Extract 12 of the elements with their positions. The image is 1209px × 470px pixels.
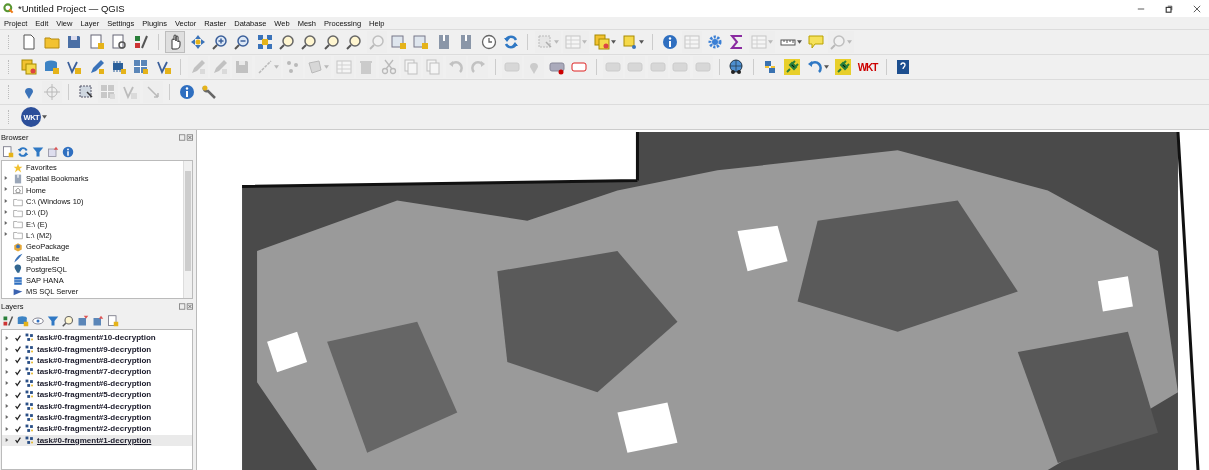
tree-row[interactable]: task#0-fragment#6-decryption xyxy=(2,377,192,389)
tree-row[interactable]: task#0-fragment#8-decryption xyxy=(2,354,192,367)
tree-row[interactable]: task#0-fragment#1-decryption xyxy=(2,434,192,446)
toolbar-button[interactable]: WKT xyxy=(855,56,880,78)
tree-row[interactable]: task#0-fragment#2-decryption xyxy=(2,423,192,435)
window-title: *Untitled Project — QGIS xyxy=(18,3,125,14)
tree-row[interactable]: task#0-fragment#9-decryption xyxy=(2,343,192,355)
tree-row[interactable]: task#0-fragment#5-decryption xyxy=(2,388,192,401)
tree-row[interactable]: task#0-fragment#10-decryption xyxy=(2,332,192,344)
tree-row[interactable]: task#0-fragment#3-decryption xyxy=(2,411,192,424)
tree-row[interactable]: task#0-fragment#7-decryption xyxy=(2,366,192,378)
tree-row[interactable]: task#0-fragment#4-decryption xyxy=(2,400,192,412)
